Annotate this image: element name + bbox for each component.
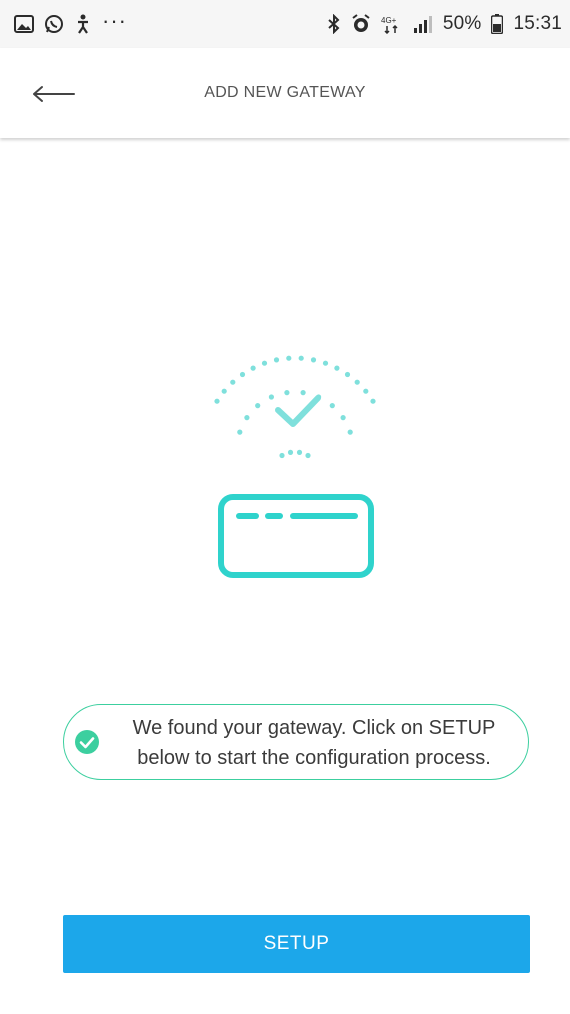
more-dots-icon: ··· bbox=[102, 8, 127, 33]
wifi-dot bbox=[273, 357, 280, 363]
wifi-dot bbox=[340, 415, 346, 421]
wifi-dot bbox=[250, 365, 256, 371]
wifi-dot bbox=[322, 360, 329, 366]
wifi-check-icon bbox=[214, 355, 376, 459]
wifi-dot bbox=[344, 371, 351, 378]
status-bar: ··· 4G+ 50% 15:31 bbox=[0, 0, 570, 48]
wifi-dot bbox=[347, 429, 353, 435]
wifi-dot bbox=[244, 415, 250, 421]
network-4g-label: 4G+ bbox=[381, 16, 397, 25]
whatsapp-icon bbox=[44, 14, 64, 34]
wifi-dot bbox=[255, 403, 261, 409]
wifi-dot bbox=[329, 403, 335, 409]
message-line-1: We found your gateway. Click on SETUP bbox=[132, 717, 496, 739]
gateway-device-icon bbox=[218, 494, 374, 578]
wifi-dot bbox=[230, 379, 236, 385]
gateway-illustration bbox=[190, 350, 400, 590]
wifi-dot bbox=[279, 452, 285, 459]
gateway-found-message: We found your gateway. Click on SETUP be… bbox=[63, 704, 529, 780]
wifi-dot bbox=[286, 355, 292, 361]
wifi-dot bbox=[334, 365, 340, 371]
page-title: ADD NEW GATEWAY bbox=[204, 84, 366, 101]
network-4g-icon: 4G+ bbox=[381, 14, 403, 34]
gallery-icon bbox=[14, 15, 34, 33]
setup-button[interactable]: SETUP bbox=[63, 915, 530, 973]
battery-icon bbox=[491, 14, 504, 34]
wifi-dot bbox=[214, 398, 220, 404]
wifi-dot bbox=[305, 452, 311, 459]
wifi-dot bbox=[354, 379, 360, 385]
wifi-dot bbox=[237, 429, 243, 435]
wifi-dot bbox=[300, 390, 306, 396]
wifi-dot bbox=[298, 355, 304, 361]
message-text: We found your gateway. Click on SETUP be… bbox=[110, 713, 518, 773]
wifi-dot bbox=[296, 449, 303, 455]
app-bar: ADD NEW GATEWAY bbox=[0, 48, 570, 138]
wifi-dot bbox=[261, 360, 268, 366]
message-line-2: below to start the configuration process… bbox=[137, 747, 491, 769]
wifi-dot bbox=[370, 398, 376, 404]
wifi-dot bbox=[268, 394, 274, 400]
wifi-dot bbox=[310, 357, 317, 363]
signal-icon bbox=[413, 14, 433, 34]
wifi-dot bbox=[287, 449, 294, 455]
alarm-icon bbox=[351, 14, 371, 34]
wifi-dot bbox=[363, 388, 369, 394]
wifi-dot bbox=[239, 371, 246, 378]
status-bar-right: 4G+ 50% 15:31 bbox=[327, 13, 562, 35]
bluetooth-icon bbox=[327, 14, 341, 34]
check-circle-icon bbox=[75, 730, 99, 754]
accessibility-icon bbox=[74, 14, 92, 34]
wifi-dot bbox=[284, 390, 290, 396]
status-bar-left: ··· bbox=[14, 8, 127, 34]
status-time: 15:31 bbox=[513, 13, 562, 34]
wifi-dot bbox=[221, 388, 227, 394]
battery-percent: 50% bbox=[442, 13, 482, 34]
